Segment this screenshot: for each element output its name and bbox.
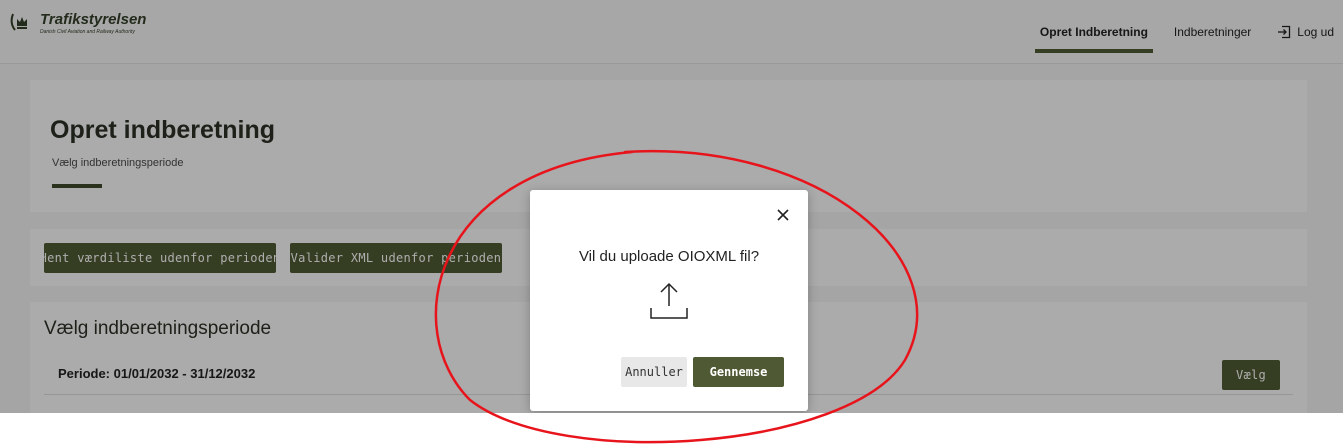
browse-button[interactable]: Gennemse [693, 357, 784, 387]
upload-icon[interactable] [648, 280, 690, 322]
app-root: Trafikstyrelsen Danish Civil Aviation an… [0, 0, 1343, 413]
upload-question: Vil du uploade OIOXML fil? [578, 248, 760, 265]
upload-dialog: Vil du uploade OIOXML fil? Annuller Genn… [530, 190, 808, 411]
close-icon[interactable] [776, 208, 790, 222]
cancel-button[interactable]: Annuller [621, 357, 687, 387]
